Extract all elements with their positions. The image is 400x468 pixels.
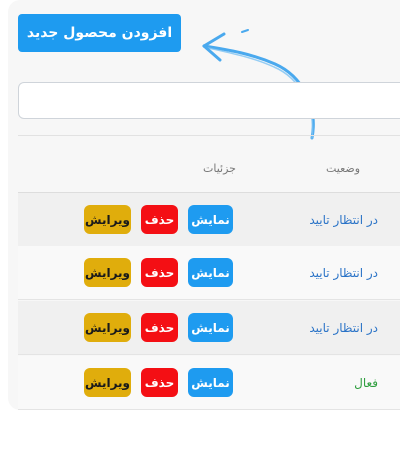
table-row: فعال ویرایش حذف نمایش	[18, 356, 400, 410]
delete-button[interactable]: حذف	[141, 205, 178, 234]
row-actions: ویرایش حذف نمایش	[84, 205, 233, 235]
view-button[interactable]: نمایش	[188, 313, 233, 342]
status-text: در انتظار تایید	[309, 321, 378, 335]
search-input[interactable]	[18, 82, 400, 119]
table-row: در انتظار تایید ویرایش حذف نمایش	[18, 301, 400, 355]
delete-button[interactable]: حذف	[141, 258, 178, 287]
edit-button[interactable]: ویرایش	[84, 258, 131, 287]
table-row: در انتظار تایید ویرایش حذف نمایش	[18, 246, 400, 300]
view-button[interactable]: نمایش	[188, 258, 233, 287]
status-text: در انتظار تایید	[309, 266, 378, 280]
table-row: در انتظار تایید ویرایش حذف نمایش	[18, 193, 400, 247]
delete-button[interactable]: حذف	[141, 368, 178, 397]
edit-button[interactable]: ویرایش	[84, 205, 131, 234]
row-actions: ویرایش حذف نمایش	[84, 258, 233, 288]
column-header-details: جزئیات	[203, 162, 236, 175]
delete-button[interactable]: حذف	[141, 313, 178, 342]
page: افزودن محصول جدید وضعیت جزئیات در انتظار…	[0, 0, 400, 468]
column-header-status: وضعیت	[326, 162, 361, 175]
view-button[interactable]: نمایش	[188, 368, 233, 397]
add-product-button[interactable]: افزودن محصول جدید	[18, 14, 181, 52]
edit-button[interactable]: ویرایش	[84, 313, 131, 342]
view-button[interactable]: نمایش	[188, 205, 233, 234]
row-actions: ویرایش حذف نمایش	[84, 368, 233, 398]
divider	[18, 135, 400, 136]
edit-button[interactable]: ویرایش	[84, 368, 131, 397]
status-text: فعال	[354, 376, 378, 390]
row-actions: ویرایش حذف نمایش	[84, 313, 233, 343]
status-text: در انتظار تایید	[309, 213, 378, 227]
